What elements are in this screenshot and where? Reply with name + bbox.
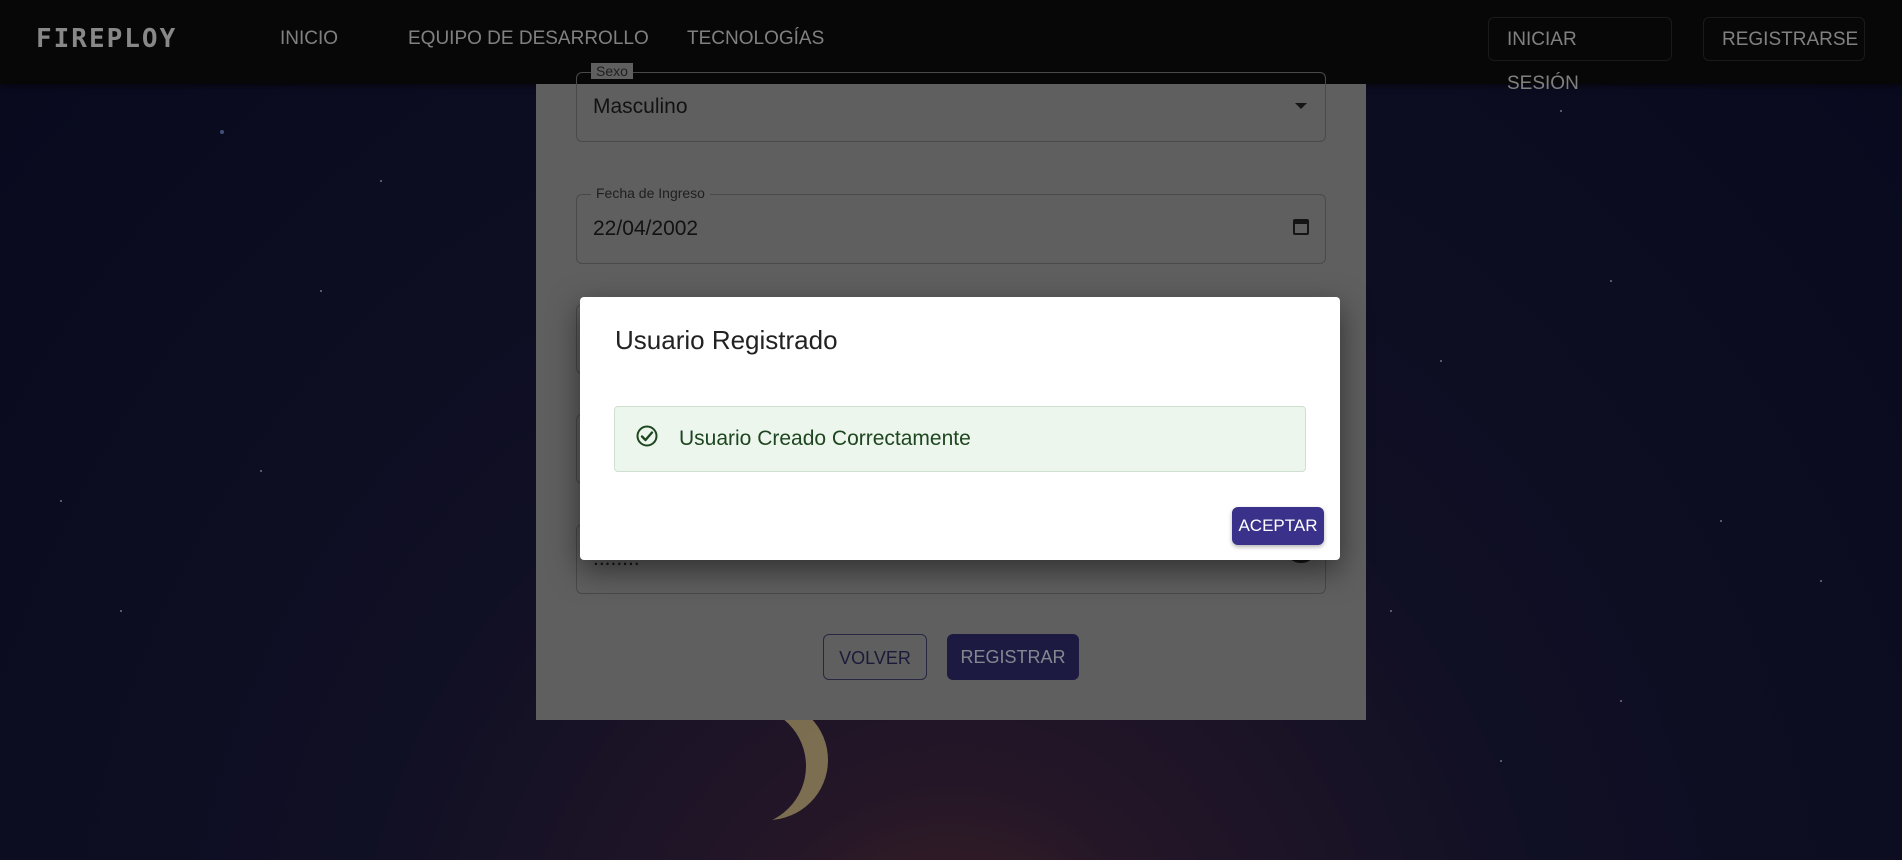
check-circle-icon	[636, 425, 658, 447]
success-dialog: Usuario Registrado Usuario Creado Correc…	[580, 297, 1340, 560]
dialog-title: Usuario Registrado	[615, 325, 838, 355]
accept-button[interactable]: ACEPTAR	[1232, 507, 1324, 545]
alert-message: Usuario Creado Correctamente	[679, 427, 971, 450]
success-alert: Usuario Creado Correctamente	[614, 406, 1306, 472]
